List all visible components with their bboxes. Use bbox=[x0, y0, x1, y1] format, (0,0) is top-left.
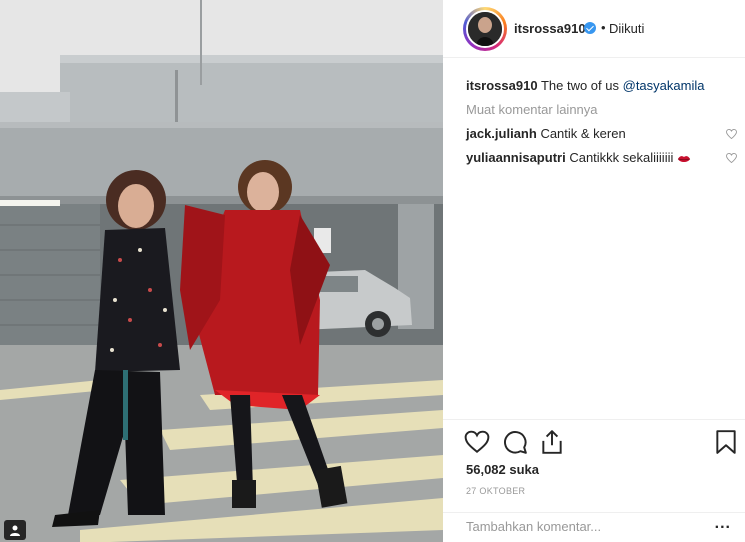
comment-input[interactable] bbox=[466, 519, 696, 534]
caption: itsrossa910 The two of us @tasyakamila bbox=[466, 78, 741, 94]
comment-text: Cantikkk sekaliiiiiii bbox=[569, 150, 674, 165]
likes-count[interactable]: 56,082 suka bbox=[466, 462, 539, 477]
following-button[interactable]: Diikuti bbox=[609, 21, 644, 36]
caption-mention-link[interactable]: @tasyakamila bbox=[623, 78, 705, 93]
post-image bbox=[0, 0, 443, 542]
post-header: itsrossa910 • Diikuti bbox=[443, 0, 745, 58]
comment-item: yuliaannisaputri Cantikkk sekaliiiiiii bbox=[466, 150, 741, 166]
share-icon[interactable] bbox=[539, 429, 565, 455]
caption-username[interactable]: itsrossa910 bbox=[466, 78, 538, 93]
comment-icon[interactable] bbox=[502, 429, 528, 455]
separator-dot: • bbox=[601, 20, 606, 35]
lips-emoji-icon bbox=[677, 155, 691, 162]
comments-list: itsrossa910 The two of us @tasyakamila M… bbox=[466, 78, 741, 174]
bookmark-icon[interactable] bbox=[713, 429, 739, 455]
comment-like-heart-icon[interactable] bbox=[726, 153, 737, 163]
comment-text: Cantik & keren bbox=[540, 126, 626, 141]
post-photo[interactable] bbox=[0, 0, 443, 542]
caption-text: The two of us bbox=[540, 78, 619, 93]
avatar[interactable] bbox=[466, 10, 504, 48]
comment-username[interactable]: jack.julianh bbox=[466, 126, 537, 141]
comment-like-heart-icon[interactable] bbox=[726, 129, 737, 139]
load-more-comments-link[interactable]: Muat komentar lainnya bbox=[466, 102, 741, 118]
comment-item: jack.julianh Cantik & keren bbox=[466, 126, 741, 142]
avatar-ring[interactable] bbox=[463, 7, 507, 51]
more-options-button[interactable]: ... bbox=[715, 515, 731, 533]
username-link[interactable]: itsrossa910 bbox=[514, 21, 586, 36]
user-tag-icon[interactable] bbox=[4, 520, 26, 540]
heart-icon[interactable] bbox=[464, 429, 490, 455]
comment-username[interactable]: yuliaannisaputri bbox=[466, 150, 566, 165]
post-date[interactable]: 27 OKTOBER bbox=[466, 486, 525, 496]
post-sidebar: itsrossa910 • Diikuti itsrossa910 The tw… bbox=[443, 0, 745, 542]
post-actions: 56,082 suka 27 OKTOBER ... bbox=[443, 419, 745, 542]
add-comment-bar: ... bbox=[443, 512, 745, 542]
verified-badge-icon bbox=[584, 22, 596, 34]
